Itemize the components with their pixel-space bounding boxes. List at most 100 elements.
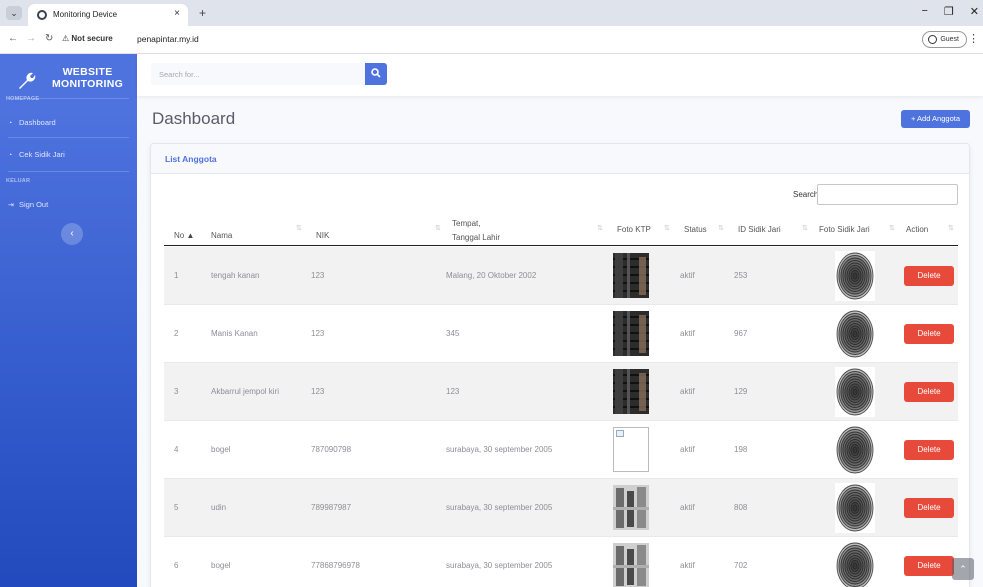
sidebar-toggle-button[interactable]: ‹ (61, 223, 83, 245)
sidebar-heading-homepage: HOMEPAGE (6, 96, 40, 102)
cell-id-sidik-jari: 253 (734, 271, 748, 280)
search-input[interactable] (151, 63, 365, 85)
cell-id-sidik-jari: 808 (734, 503, 748, 512)
delete-button[interactable]: Delete (904, 498, 954, 518)
cell-ttl: Malang, 20 Oktober 2002 (446, 271, 537, 280)
sort-icon: ⇅ (664, 225, 670, 232)
cell-ttl: 345 (446, 329, 460, 338)
scroll-to-top-button[interactable]: ⌃ (952, 558, 974, 580)
cell-nik: 789987987 (311, 503, 352, 512)
page-title: Dashboard (152, 109, 236, 128)
address-bar: ← → ↻ ⚠ Not secure penapintar.my.id Gues… (0, 26, 983, 54)
ktp-photo (613, 369, 649, 414)
sidebar-item-sign-out[interactable]: ⇥ Sign Out (8, 200, 48, 209)
cell-no: 4 (174, 445, 179, 454)
cell-status: aktif (680, 271, 695, 280)
cell-status: aktif (680, 329, 695, 338)
cell-status: aktif (680, 503, 695, 512)
sort-icon: ⇅ (889, 225, 895, 232)
table-row: 1 tengah kanan 123 Malang, 20 Oktober 2002 a… (164, 247, 958, 305)
sort-icon: ⇅ (435, 225, 441, 232)
delete-button[interactable]: Delete (904, 556, 954, 576)
url-field[interactable]: penapintar.my.id (137, 34, 199, 44)
column-header-nama[interactable]: Nama (211, 230, 232, 241)
delete-button[interactable]: Delete (904, 266, 954, 286)
fingerprint-photo (835, 309, 875, 359)
back-icon[interactable]: ← (8, 33, 18, 44)
sidebar-heading-keluar: KELUAR (6, 178, 31, 184)
cell-nama: bogel (211, 561, 231, 570)
restore-icon[interactable]: ❐ (944, 5, 954, 18)
column-header-id-sidik-jari[interactable]: ID Sidik Jari (738, 224, 781, 235)
add-anggota-button[interactable]: + Add Anggota (901, 110, 970, 128)
cell-status: aktif (680, 561, 695, 570)
ktp-photo (613, 543, 649, 587)
sort-icon: ⇅ (802, 225, 808, 232)
brand-text: WEBSITE MONITORING (52, 66, 124, 90)
minimize-icon[interactable]: − (921, 5, 927, 18)
browser-menu-icon[interactable]: ⋮ (968, 32, 979, 45)
column-header-no[interactable]: No ▲ (174, 230, 194, 241)
favicon-icon (37, 10, 47, 20)
cell-no: 3 (174, 387, 179, 396)
cell-id-sidik-jari: 702 (734, 561, 748, 570)
cell-no: 5 (174, 503, 179, 512)
cell-ttl: 123 (446, 387, 460, 396)
close-window-icon[interactable]: ✕ (970, 5, 979, 18)
cell-nik: 123 (311, 387, 325, 396)
fingerprint-photo (835, 541, 875, 587)
tab-close-icon[interactable]: × (174, 8, 180, 19)
cell-id-sidik-jari: 129 (734, 387, 748, 396)
sort-icon: ⇅ (718, 225, 724, 232)
ktp-photo (613, 311, 649, 356)
search-icon (371, 68, 381, 78)
not-secure-indicator[interactable]: ⚠ Not secure (62, 34, 113, 43)
profile-button[interactable]: Guest (922, 31, 967, 48)
search-button[interactable] (365, 63, 387, 85)
wrench-icon (19, 72, 36, 89)
cell-nama: Manis Kanan (211, 329, 258, 338)
table-row: 3 Akbarrul jempol kiri 123 123 aktif 129 Delet… (164, 363, 958, 421)
cell-nama: tengah kanan (211, 271, 260, 280)
ktp-photo (613, 253, 649, 298)
new-tab-button[interactable]: + (199, 6, 206, 20)
forward-icon[interactable]: → (26, 33, 36, 44)
fingerprint-photo (835, 367, 875, 417)
delete-button[interactable]: Delete (904, 382, 954, 402)
column-header-foto-sidik-jari[interactable]: Foto Sidik Jari (819, 224, 870, 235)
cell-ttl: surabaya, 30 september 2005 (446, 561, 553, 570)
cell-nama: Akbarrul jempol kiri (211, 387, 280, 396)
cell-nik: 123 (311, 329, 325, 338)
delete-button[interactable]: Delete (904, 440, 954, 460)
table-search-input[interactable] (817, 184, 958, 205)
column-header-nik[interactable]: NIK (316, 230, 329, 241)
cell-no: 2 (174, 329, 179, 338)
list-card: List Anggota Search: No ▲ Nama ⇅ NIK ⇅ T… (150, 143, 970, 587)
tachometer-icon: ◔ (8, 152, 13, 159)
column-header-status[interactable]: Status (684, 224, 707, 235)
column-header-action[interactable]: Action (906, 224, 928, 235)
ktp-photo (613, 485, 649, 530)
column-header-ttl[interactable]: Tempat, Tanggal Lahir (452, 218, 500, 243)
cell-status: aktif (680, 387, 695, 396)
card-header: List Anggota (151, 144, 969, 174)
cell-nama: udin (211, 503, 227, 512)
profile-icon (928, 34, 938, 44)
cell-nama: bogel (211, 445, 231, 454)
tab-search-button[interactable]: ⌄ (6, 6, 22, 20)
sidebar-divider (8, 137, 129, 138)
cell-no: 1 (174, 271, 179, 280)
table-row: 5 udin 789987987 surabaya, 30 september 200… (164, 479, 958, 537)
cell-id-sidik-jari: 967 (734, 329, 748, 338)
sidebar-item-dashboard[interactable]: ◔ Dashboard (8, 118, 56, 127)
column-header-foto-ktp[interactable]: Foto KTP (617, 224, 651, 235)
reload-icon[interactable]: ↻ (45, 33, 53, 44)
delete-button[interactable]: Delete (904, 324, 954, 344)
sidebar-brand[interactable]: WEBSITE MONITORING (0, 62, 137, 98)
sidebar-item-cek-sidik-jari[interactable]: ◔ Cek Sidik Jari (8, 150, 65, 159)
tachometer-icon: ◔ (8, 120, 13, 127)
table-row: 2 Manis Kanan 123 345 aktif 967 Delete (164, 305, 958, 363)
window-controls: − ❐ ✕ (921, 5, 979, 18)
browser-tab[interactable]: Monitoring Device × (28, 4, 188, 26)
cell-nik: 787090798 (311, 445, 352, 454)
